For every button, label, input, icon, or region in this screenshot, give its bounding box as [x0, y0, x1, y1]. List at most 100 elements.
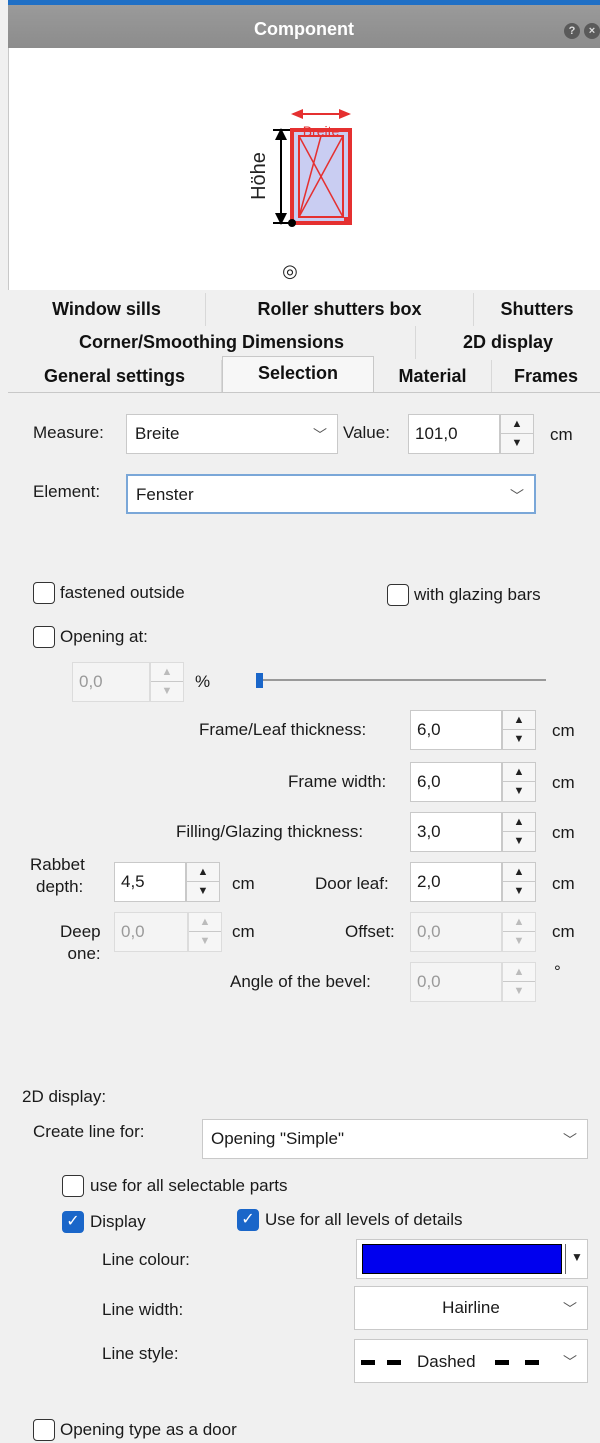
chevron-down-icon: ﹀	[313, 427, 327, 443]
preview-area: Höhe Breite ◎	[8, 48, 600, 290]
element-value: Fenster	[136, 485, 194, 504]
offset-spinner[interactable]: ▲ ▼	[502, 912, 536, 952]
fastened-outside-checkbox[interactable]	[33, 582, 55, 604]
rabbet-depth-unit: cm	[232, 874, 255, 893]
value-spinner[interactable]: ▲ ▼	[500, 414, 534, 454]
measure-value: Breite	[135, 424, 180, 443]
value-unit: cm	[550, 425, 573, 444]
tab-corner-smoothing-dimensions[interactable]: Corner/Smoothing Dimensions	[8, 326, 416, 359]
rabbet-depth-spinner[interactable]: ▲ ▼	[186, 862, 220, 902]
frame-leaf-thickness-input[interactable]: 6,0	[410, 710, 502, 750]
use-all-levels-checkbox[interactable]: ✓	[237, 1209, 259, 1231]
filling-thickness-unit: cm	[552, 823, 575, 842]
frame-leaf-thickness-unit: cm	[552, 721, 575, 740]
dash-pattern-left-icon	[361, 1360, 401, 1365]
chevron-down-icon: ﹀	[563, 1301, 577, 1317]
bevel-input[interactable]: 0,0	[410, 962, 502, 1002]
door-leaf-unit: cm	[552, 874, 575, 893]
opening-slider-track[interactable]	[258, 679, 546, 681]
offset-input[interactable]: 0,0	[410, 912, 502, 952]
spin-down-icon[interactable]: ▼	[501, 434, 533, 453]
measure-select[interactable]: Breite ﹀	[126, 414, 338, 454]
opening-unit: %	[195, 672, 211, 691]
use-all-parts-checkbox[interactable]	[62, 1175, 84, 1197]
rabbet-depth-input[interactable]: 4,5	[114, 862, 186, 902]
dropdown-arrow-icon: ▼	[571, 1250, 583, 1264]
frame-width-label: Frame width:	[288, 772, 387, 791]
deep-one-input[interactable]: 0,0	[114, 912, 188, 952]
line-style-value: Dashed	[417, 1352, 476, 1371]
use-all-parts-label: use for all selectable parts	[90, 1176, 288, 1195]
value-input[interactable]: 101,0	[408, 414, 500, 454]
door-leaf-label: Door leaf:	[315, 874, 389, 893]
display-checkbox[interactable]: ✓	[62, 1211, 84, 1233]
chevron-down-icon: ﹀	[510, 488, 524, 504]
opening-at-checkbox[interactable]	[33, 626, 55, 648]
frame-width-input[interactable]: 6,0	[410, 762, 502, 802]
rabbet-depth-label-line2: depth:	[36, 877, 84, 896]
opening-at-label: Opening at:	[60, 627, 148, 646]
tab-window-sills[interactable]: Window sills	[8, 293, 206, 326]
tab-2d-display[interactable]: 2D display	[416, 326, 600, 359]
tab-shutters[interactable]: Shutters	[474, 293, 600, 326]
frame-leaf-thickness-label: Frame/Leaf thickness:	[199, 720, 367, 739]
tab-frames[interactable]: Frames	[492, 360, 600, 393]
chevron-down-icon: ﹀	[563, 1132, 577, 1148]
display2d-section-label: 2D display:	[22, 1087, 107, 1106]
tab-general-settings[interactable]: General settings	[8, 360, 222, 393]
height-label: Höhe	[248, 152, 270, 200]
bevel-unit: °	[554, 962, 561, 981]
filling-thickness-spinner[interactable]: ▲ ▼	[502, 812, 536, 852]
deep-one-spinner[interactable]: ▲ ▼	[188, 912, 222, 952]
width-label: Breite	[303, 123, 340, 139]
opening-spinner[interactable]: ▲ ▼	[150, 662, 184, 702]
tab-selection[interactable]: Selection	[222, 356, 374, 394]
create-line-label: Create line for:	[33, 1122, 145, 1141]
offset-label: Offset:	[345, 922, 395, 941]
deep-one-label-line2: one:	[67, 944, 101, 963]
origin-symbol-icon: ◎	[282, 261, 298, 282]
offset-unit: cm	[552, 922, 575, 941]
opening-slider-thumb[interactable]	[256, 673, 263, 688]
rabbet-depth-label-line1: Rabbet	[30, 855, 85, 874]
frame-width-spinner[interactable]: ▲ ▼	[502, 762, 536, 802]
tab-roller-shutters-box[interactable]: Roller shutters box	[206, 293, 474, 326]
title-bar: Component ? ×	[8, 0, 600, 48]
opening-type-door-checkbox[interactable]	[33, 1419, 55, 1441]
chevron-down-icon: ﹀	[563, 1354, 577, 1370]
opening-type-door-label: Opening type as a door	[60, 1420, 237, 1439]
tab-row-1: Window sills Roller shutters box Shutter…	[8, 293, 600, 326]
filling-thickness-label: Filling/Glazing thickness:	[176, 822, 364, 841]
deep-one-label: Deep one:	[60, 921, 101, 965]
element-label: Element:	[33, 482, 101, 501]
bevel-spinner[interactable]: ▲ ▼	[502, 962, 536, 1002]
use-all-levels-label: Use for all levels of details	[265, 1210, 463, 1229]
element-select[interactable]: Fenster ﹀	[126, 474, 536, 514]
create-line-value: Opening "Simple"	[211, 1129, 345, 1148]
opening-input[interactable]: 0,0	[72, 662, 150, 702]
line-style-select[interactable]: Dashed ﹀	[354, 1339, 588, 1383]
door-leaf-spinner[interactable]: ▲ ▼	[502, 862, 536, 902]
frame-leaf-thickness-spinner[interactable]: ▲ ▼	[502, 710, 536, 750]
filling-thickness-input[interactable]: 3,0	[410, 812, 502, 852]
tab-material[interactable]: Material	[374, 360, 492, 393]
line-colour-label: Line colour:	[102, 1250, 190, 1269]
line-width-value: Hairline	[442, 1298, 500, 1317]
line-colour-picker[interactable]: ▼	[356, 1239, 588, 1279]
help-icon[interactable]: ?	[564, 23, 580, 39]
door-leaf-input[interactable]: 2,0	[410, 862, 502, 902]
bevel-label: Angle of the bevel:	[230, 972, 371, 991]
tab-row-2: Corner/Smoothing Dimensions 2D display	[8, 326, 600, 359]
line-width-select[interactable]: Hairline ﹀	[354, 1286, 588, 1330]
create-line-select[interactable]: Opening "Simple" ﹀	[202, 1119, 588, 1159]
tab-row-3: General settings Selection Material Fram…	[8, 356, 600, 394]
dash-pattern-right-icon	[495, 1360, 539, 1365]
line-style-label: Line style:	[102, 1344, 179, 1363]
with-glazing-bars-label: with glazing bars	[414, 585, 541, 604]
rabbet-depth-label: Rabbet depth:	[30, 854, 85, 898]
measure-label: Measure:	[33, 423, 104, 442]
with-glazing-bars-checkbox[interactable]	[387, 584, 409, 606]
spin-up-icon[interactable]: ▲	[501, 415, 533, 434]
close-icon[interactable]: ×	[584, 23, 600, 39]
frame-width-unit: cm	[552, 773, 575, 792]
